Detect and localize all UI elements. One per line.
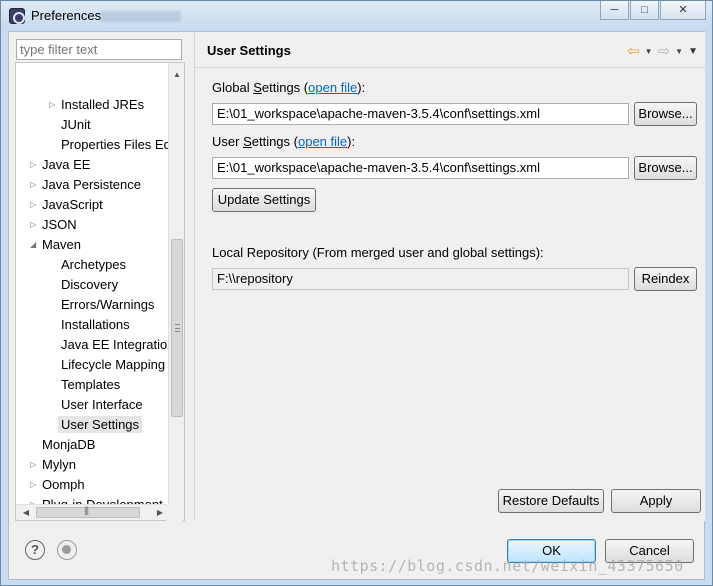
- forward-dropdown-icon[interactable]: ▼: [675, 47, 683, 56]
- tree-item[interactable]: Archetypes: [49, 255, 126, 275]
- title-bar[interactable]: Preferences ─ □ ✕: [1, 1, 712, 31]
- tree-item-label: Mylyn: [42, 457, 76, 472]
- blurred-title-text: [101, 11, 181, 22]
- tree-item-label: JavaScript: [42, 197, 103, 212]
- forward-arrow-icon[interactable]: ⇨: [658, 42, 671, 60]
- expand-arrow-icon[interactable]: ▷: [30, 155, 42, 175]
- global-settings-field[interactable]: E:\01_workspace\apache-maven-3.5.4\conf\…: [212, 103, 629, 125]
- window-title: Preferences: [31, 8, 102, 23]
- tree-item[interactable]: Lifecycle Mapping: [49, 355, 165, 375]
- expand-arrow-icon[interactable]: ▷: [30, 215, 42, 235]
- minimize-icon[interactable]: ─: [600, 1, 629, 20]
- local-repository-field[interactable]: F:\\repository: [212, 268, 629, 290]
- tree-item-label: Archetypes: [61, 257, 127, 272]
- tree-item-label: JSON: [42, 217, 77, 232]
- tree-item[interactable]: User Settings: [49, 415, 143, 435]
- user-settings-field[interactable]: E:\01_workspace\apache-maven-3.5.4\conf\…: [212, 157, 629, 179]
- close-icon[interactable]: ✕: [660, 1, 706, 20]
- local-repository-label: Local Repository (From merged user and g…: [212, 245, 544, 260]
- expand-arrow-icon[interactable]: ▷: [30, 175, 42, 195]
- filter-input[interactable]: [16, 39, 182, 60]
- user-open-file-link[interactable]: open file: [298, 134, 347, 149]
- expand-arrow-icon[interactable]: ▷: [30, 475, 42, 495]
- tree-item[interactable]: Templates: [49, 375, 120, 395]
- expand-arrow-icon[interactable]: ▷: [49, 95, 61, 115]
- tree-item-label: JUnit: [61, 117, 91, 132]
- page-title: User Settings: [207, 43, 291, 58]
- tree-item-label: User Settings: [58, 416, 143, 433]
- tree-item[interactable]: User Interface: [49, 395, 143, 415]
- scroll-left-arrow-icon[interactable]: ◀: [18, 505, 34, 520]
- tree-item-label: Installed JREs: [61, 97, 145, 112]
- tree-item-label: Lifecycle Mapping: [61, 357, 166, 372]
- tree-item-label: Installations: [61, 317, 130, 332]
- preferences-window: Preferences ─ □ ✕ ▷Installed JREsJUnitPr…: [0, 0, 713, 586]
- tree-item-label: MonjaDB: [42, 437, 96, 452]
- tree-item[interactable]: Errors/Warnings: [49, 295, 154, 315]
- tree-horizontal-scrollbar[interactable]: ◀ ||| ▶: [15, 504, 183, 521]
- scroll-up-arrow-icon[interactable]: ▲: [169, 67, 184, 83]
- tree-item-label: Oomph: [42, 477, 85, 492]
- tree-item[interactable]: ▷ Java EE: [30, 155, 90, 175]
- restore-defaults-button[interactable]: Restore Defaults: [498, 489, 604, 513]
- global-browse-button[interactable]: Browse...: [634, 102, 697, 126]
- tree-item-label: Java EE: [42, 157, 91, 172]
- eclipse-app-icon: [9, 8, 25, 24]
- preference-tree[interactable]: ▷ Installed JREs JUnit Properties Files Ed ▷…: [15, 62, 185, 521]
- update-settings-button[interactable]: Update Settings: [212, 188, 316, 212]
- tree-item[interactable]: ▷ Oomph: [30, 475, 85, 495]
- expand-arrow-icon[interactable]: ▷: [30, 195, 42, 215]
- global-open-file-link[interactable]: open file: [308, 80, 357, 95]
- h-scroll-thumb[interactable]: |||: [36, 505, 140, 518]
- tree-item-label: Java Persistence: [42, 177, 141, 192]
- tree-item[interactable]: Java EE Integratio: [49, 335, 167, 355]
- tree-vertical-scrollbar[interactable]: ▲ ▼: [168, 63, 184, 520]
- expand-arrow-icon[interactable]: ▷: [30, 455, 42, 475]
- tree-item-label: Maven: [42, 237, 82, 252]
- tree-item-label: User Interface: [61, 397, 143, 412]
- dialog-client-area: ▷Installed JREsJUnitProperties Files Ed▷…: [8, 31, 706, 580]
- tree-item[interactable]: ▷ Installed JREs: [49, 95, 144, 115]
- collapse-arrow-icon[interactable]: ◢: [30, 235, 42, 255]
- apply-button[interactable]: Apply: [611, 489, 701, 513]
- record-macro-icon[interactable]: [57, 540, 77, 560]
- tree-item-label: Java EE Integratio: [61, 337, 168, 352]
- tree-item[interactable]: ▷ Java Persistence: [30, 175, 141, 195]
- tree-item[interactable]: Discovery: [49, 275, 118, 295]
- tree-item[interactable]: JUnit: [49, 115, 91, 135]
- user-settings-label: User Settings (open file):: [212, 134, 356, 149]
- reindex-button[interactable]: Reindex: [634, 267, 697, 291]
- tree-item[interactable]: Properties Files Ed: [49, 135, 171, 155]
- maximize-icon[interactable]: □: [630, 1, 659, 20]
- tree-item[interactable]: ▷ JavaScript: [30, 195, 103, 215]
- tree-item[interactable]: ◢ Maven: [30, 235, 81, 255]
- preference-page: User Settings ⇦ ▼ ⇨ ▼ ▼ Global Settings …: [194, 32, 706, 521]
- page-header: User Settings ⇦ ▼ ⇨ ▼ ▼: [195, 32, 706, 68]
- tree-item[interactable]: ▷ JSON: [30, 215, 77, 235]
- back-arrow-icon[interactable]: ⇦: [627, 42, 640, 60]
- tree-item-label: Properties Files Ed: [61, 137, 171, 152]
- tree-item[interactable]: ▷ Mylyn: [30, 455, 76, 475]
- scroll-thumb[interactable]: [171, 239, 183, 417]
- watermark-text: https://blog.csdn.net/weixin_43375650: [331, 557, 684, 575]
- user-browse-button[interactable]: Browse...: [634, 156, 697, 180]
- tree-item-label: Templates: [61, 377, 121, 392]
- global-settings-label: Global Settings (open file):: [212, 80, 366, 95]
- tree-item-label: Discovery: [61, 277, 119, 292]
- tree-item[interactable]: MonjaDB: [30, 435, 95, 455]
- help-icon[interactable]: ?: [25, 540, 45, 560]
- view-menu-icon[interactable]: ▼: [688, 46, 698, 57]
- tree-item[interactable]: Installations: [49, 315, 130, 335]
- back-dropdown-icon[interactable]: ▼: [645, 47, 653, 56]
- tree-item-label: Errors/Warnings: [61, 297, 155, 312]
